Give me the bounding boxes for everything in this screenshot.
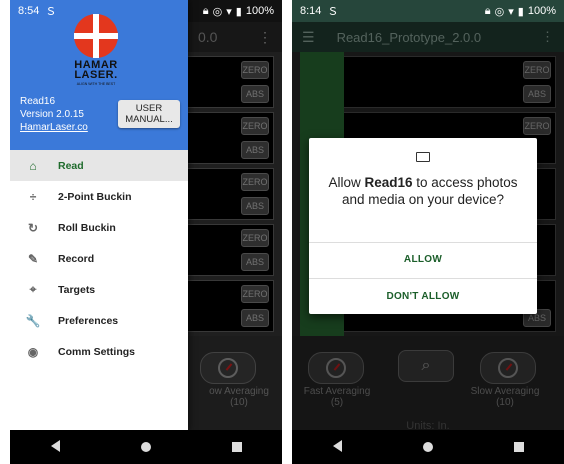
- menu-item-label: 2-Point Buckin: [58, 190, 132, 203]
- menu-item-2-point-buckin[interactable]: ÷ 2-Point Buckin: [10, 181, 188, 212]
- wifi-icon: ▾: [226, 5, 232, 18]
- recents-button[interactable]: [217, 440, 257, 455]
- dont-allow-button[interactable]: DON'T ALLOW: [309, 291, 537, 302]
- menu-item-roll-buckin[interactable]: ↻ Roll Buckin: [10, 212, 188, 243]
- status-bar: 8:14 Ｓ 🔒︎ ◎ ▾ ▮ 100%: [292, 0, 564, 22]
- rotate-icon: ↻: [27, 220, 39, 235]
- system-nav-bar: [10, 430, 282, 464]
- wifi-icon: ▾: [508, 5, 514, 18]
- back-icon: [332, 439, 342, 452]
- location-icon: ◎: [212, 5, 223, 18]
- lock-icon: 🔒︎: [202, 4, 209, 17]
- wrench-icon: 🔧: [25, 313, 41, 328]
- drawer-header: HAMAR LASER. ALIGN WITH THE BEST Read16 …: [10, 0, 188, 150]
- pencil-icon: ✎: [27, 251, 39, 266]
- home-button[interactable]: [126, 440, 166, 455]
- clock: 8:14: [300, 5, 322, 17]
- menu-item-label: Preferences: [58, 314, 119, 327]
- back-button[interactable]: [317, 439, 357, 455]
- navigation-drawer: HAMAR LASER. ALIGN WITH THE BEST Read16 …: [10, 0, 188, 430]
- battery-level: 100%: [527, 5, 556, 17]
- clock: 8:54: [18, 5, 40, 17]
- menu-item-label: Read: [58, 159, 84, 172]
- location-icon: ◎: [494, 5, 505, 18]
- menu-item-label: Targets: [58, 283, 96, 296]
- menu-item-targets[interactable]: ⌖ Targets: [10, 274, 188, 305]
- two-point-icon: ÷: [29, 189, 37, 204]
- menu-item-read[interactable]: ⌂ Read: [10, 150, 188, 181]
- menu-item-preferences[interactable]: 🔧 Preferences: [10, 305, 188, 336]
- status-bar: 8:54 Ｓ 🔒︎ ◎ ▾ ▮ 100%: [10, 0, 282, 22]
- website-link[interactable]: HamarLaser.co: [20, 122, 88, 134]
- allow-button[interactable]: ALLOW: [309, 254, 537, 265]
- menu-item-comm-settings[interactable]: ◉ Comm Settings: [10, 336, 188, 367]
- menu-item-label: Comm Settings: [58, 345, 136, 358]
- recents-icon: [513, 441, 524, 452]
- user-manual-button[interactable]: USER MANUAL...: [118, 100, 180, 128]
- app-version: Version 2.0.15: [20, 109, 84, 120]
- divider: [309, 242, 537, 243]
- recents-icon: [231, 441, 242, 452]
- hamar-laser-logo: HAMAR LASER. ALIGN WITH THE BEST: [66, 14, 138, 86]
- battery-level: 100%: [245, 5, 274, 17]
- wireless-icon: ◉: [27, 344, 39, 359]
- permission-message: Allow Read16 to access photos and media …: [328, 175, 518, 207]
- app-name: Read16: [20, 96, 56, 107]
- lock-icon: 🔒︎: [484, 4, 491, 17]
- phone-screen-left: 0.0 ⋮ ZERO ABS ZERO ABS ZERO ABS ZERO AB…: [10, 0, 282, 464]
- home-circle-icon: [140, 441, 151, 452]
- menu-item-record[interactable]: ✎ Record: [10, 243, 188, 274]
- recents-button[interactable]: [499, 440, 539, 455]
- home-button[interactable]: [408, 440, 448, 455]
- drawer-menu: ⌂ Read ÷ 2-Point Buckin ↻ Roll Buckin ✎ …: [10, 150, 188, 367]
- system-nav-bar: [292, 430, 564, 464]
- phone-screen-right: 8:14 Ｓ 🔒︎ ◎ ▾ ▮ 100% ☰ Read16_Prototype_…: [292, 0, 564, 464]
- battery-icon: ▮: [517, 5, 524, 18]
- notification-icon: Ｓ: [45, 6, 57, 18]
- battery-icon: ▮: [235, 5, 242, 18]
- home-circle-icon: [422, 441, 433, 452]
- divider: [309, 278, 537, 279]
- notification-icon: Ｓ: [327, 6, 339, 18]
- permission-dialog: Allow Read16 to access photos and media …: [309, 138, 537, 314]
- folder-icon: [416, 152, 430, 162]
- back-icon: [50, 439, 60, 452]
- home-icon: ⌂: [29, 158, 37, 173]
- back-button[interactable]: [35, 439, 75, 455]
- menu-item-label: Roll Buckin: [58, 221, 116, 234]
- menu-item-label: Record: [58, 252, 95, 265]
- target-icon: ⌖: [29, 282, 37, 296]
